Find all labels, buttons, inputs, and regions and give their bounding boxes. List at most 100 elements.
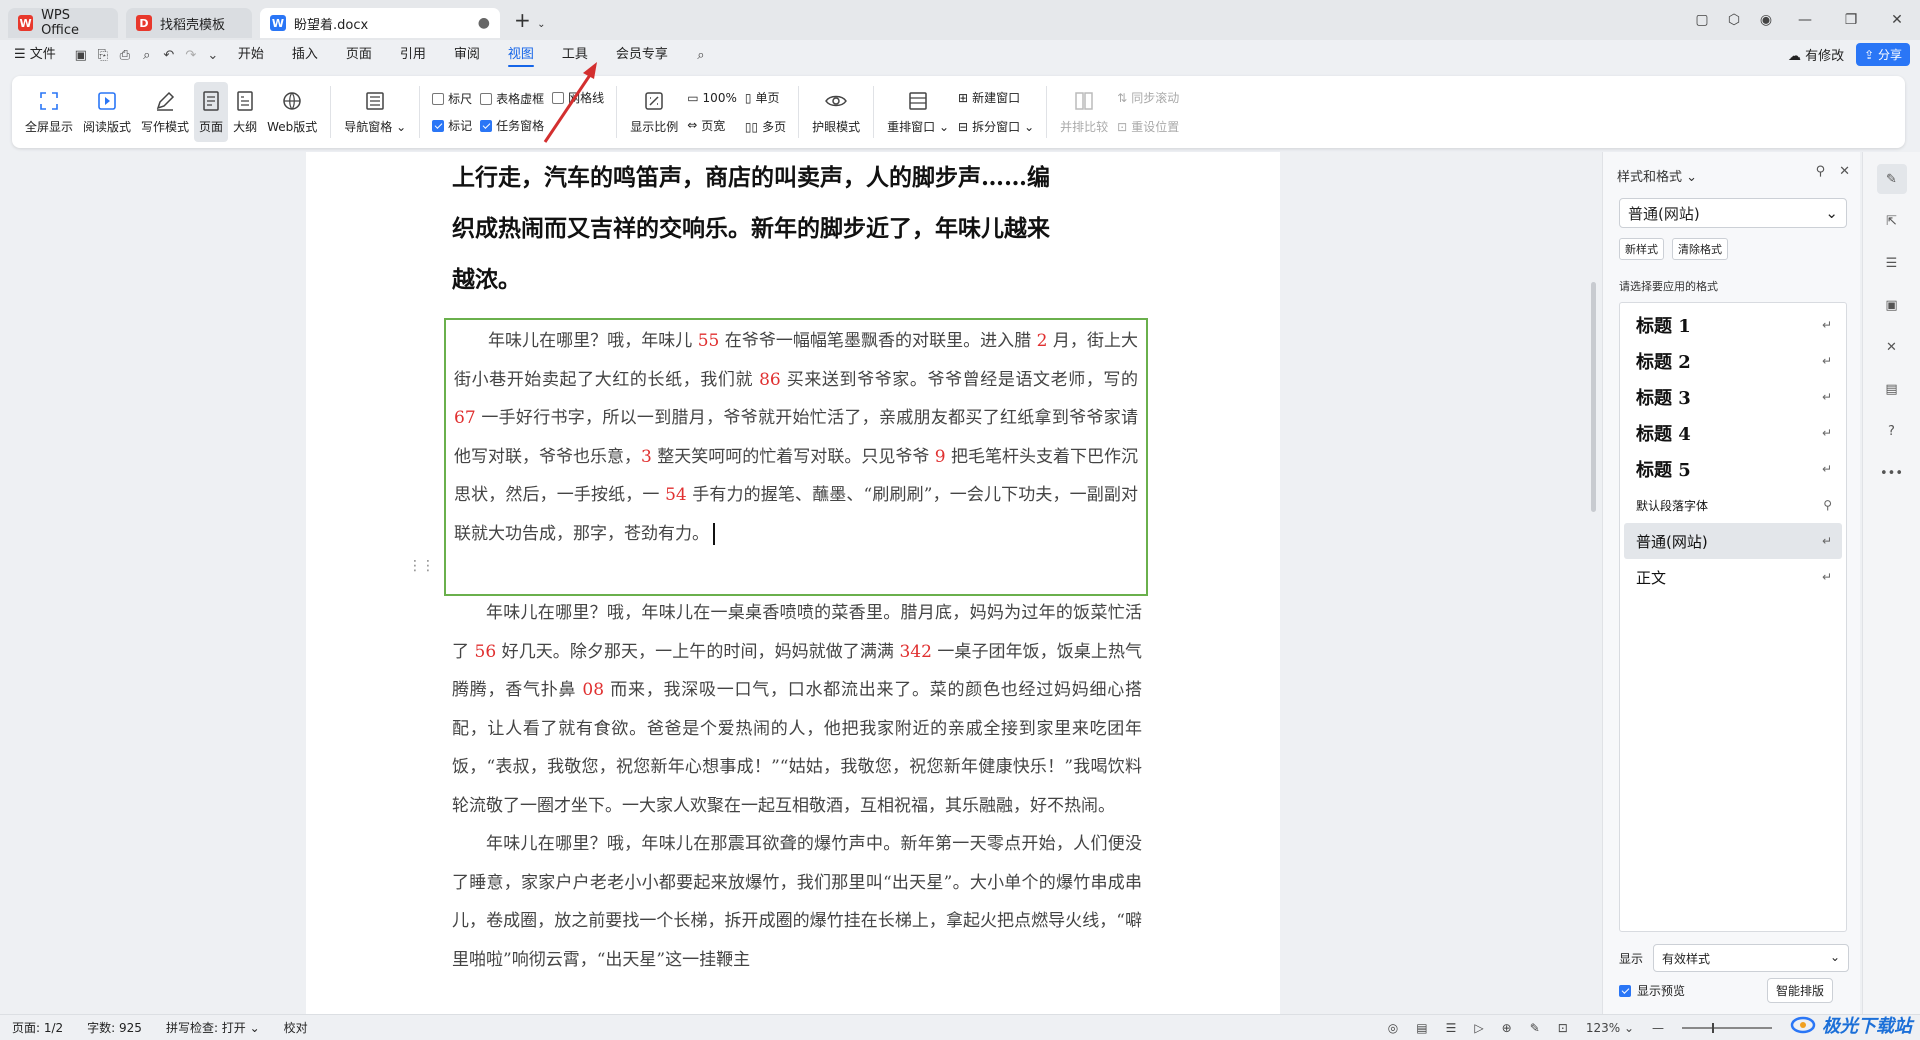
new-tab-icon[interactable]: + ⌄ <box>514 8 546 32</box>
word-count[interactable]: 字数: 925 <box>75 1019 154 1036</box>
pen-status-icon[interactable]: ✎ <box>1530 1021 1540 1035</box>
nav-pane-button[interactable]: 导航窗格 ⌄ <box>339 82 411 142</box>
outline-button[interactable]: 大纲 <box>228 82 262 142</box>
tab-docer-templates[interactable]: D 找稻壳模板 <box>126 8 252 38</box>
paragraph-2: 年味儿在哪里？哦，年味儿在一桌桌香喷喷的菜香里。腊月底，妈妈为过年的饭菜忙活了 … <box>452 594 1142 825</box>
export-icon[interactable]: ⎘ <box>92 44 114 66</box>
clear-format-button[interactable]: 清除格式 <box>1672 238 1728 260</box>
gridlines-checkbox[interactable]: 网格线 <box>552 89 604 106</box>
page-view-status-icon[interactable]: ▤ <box>1416 1021 1427 1035</box>
menu-reference[interactable]: 引用 <box>386 40 440 70</box>
drag-handle-icon[interactable]: ⋮⋮ <box>408 558 435 574</box>
select-cursor-icon[interactable]: ⇱ <box>1877 206 1907 236</box>
zoom-100-button[interactable]: ▭ 100% <box>687 91 737 105</box>
spell-check[interactable]: 拼写检查: 打开 ⌄ <box>154 1019 272 1036</box>
style-item[interactable]: 标题 2 ↵ <box>1624 343 1842 379</box>
tab-close-dot-icon[interactable]: ● <box>478 15 490 31</box>
share-button[interactable]: ⇪ 分享 <box>1856 43 1910 66</box>
zoom-level[interactable]: 123% ⌄ <box>1586 1021 1634 1035</box>
close-window-icon[interactable]: ✕ <box>1874 12 1920 28</box>
web-layout-button[interactable]: Web版式 <box>262 82 322 142</box>
proofread[interactable]: 校对 <box>272 1019 320 1036</box>
new-window-button[interactable]: ⊞ 新建窗口 <box>958 89 1034 106</box>
vertical-scrollbar[interactable] <box>1586 152 1600 1014</box>
help-icon[interactable]: ? <box>1877 416 1907 446</box>
style-item[interactable]: 标题 4 ↵ <box>1624 415 1842 451</box>
style-pen-icon[interactable]: ✎ <box>1876 164 1907 194</box>
show-preview-checkbox[interactable]: 显示预览 <box>1619 982 1685 999</box>
minimize-icon[interactable]: — <box>1782 12 1828 28</box>
menu-view[interactable]: 视图 <box>494 40 548 70</box>
table-gridlines-checkbox[interactable]: 表格虚框 <box>480 90 544 107</box>
menu-start[interactable]: 开始 <box>224 40 278 70</box>
fullscreen-button[interactable]: 全屏显示 <box>20 82 78 142</box>
current-style-select[interactable]: 普通(网站) ⌄ <box>1619 198 1847 228</box>
undo-icon[interactable]: ↶ <box>158 44 180 66</box>
print-preview-icon[interactable]: ⌕ <box>136 44 158 66</box>
save-icon[interactable]: ▣ <box>70 44 92 66</box>
zoom-out-icon[interactable]: — <box>1652 1021 1664 1035</box>
style-item[interactable]: 标题 1 ↵ <box>1624 307 1842 343</box>
task-pane-checkbox[interactable]: 任务窗格 <box>480 117 544 134</box>
ruler-checkbox[interactable]: 标尺 <box>432 90 472 107</box>
eye-mode-icon[interactable]: ◎ <box>1388 1021 1398 1035</box>
file-menu[interactable]: ☰ 文件 <box>0 40 70 70</box>
avatar[interactable]: ◉ <box>1750 12 1782 28</box>
menu-tools[interactable]: 工具 <box>548 40 602 70</box>
new-style-button[interactable]: 新样式 <box>1619 238 1664 260</box>
scroll-thumb[interactable] <box>1591 282 1596 512</box>
document-page[interactable]: 上行走，汽车的鸣笛声，商店的叫卖声，人的脚步声……编 织成热闹而又吉祥的交响乐。… <box>306 152 1280 1014</box>
restore-icon[interactable]: ❐ <box>1828 12 1874 28</box>
zoom-ratio-button[interactable]: 显示比例 <box>625 82 683 142</box>
pin-icon[interactable]: ⚲ <box>1816 164 1826 179</box>
single-page-button[interactable]: ▯ 单页 <box>745 89 786 106</box>
style-item[interactable]: 标题 5 ↵ <box>1624 451 1842 487</box>
framed-paragraph-box[interactable]: 年味儿在哪里？哦，年味儿 55 在爷爷一幅幅笔墨飘香的对联里。进入腊 2 月，街… <box>444 318 1148 596</box>
menu-member[interactable]: 会员专享 <box>602 40 682 70</box>
page-view-button[interactable]: 页面 <box>194 82 229 142</box>
rearrange-window-button[interactable]: 重排窗口 ⌄ <box>882 82 954 142</box>
search-icon[interactable]: ⌕ <box>690 44 712 66</box>
has-changes-indicator[interactable]: ☁ 有修改 <box>1788 45 1844 64</box>
cube-icon[interactable]: ⬡ <box>1718 12 1750 28</box>
tab-document[interactable]: W 盼望着.docx ● <box>260 8 500 38</box>
show-select[interactable]: 有效样式 ⌄ <box>1653 944 1850 972</box>
menu-insert[interactable]: 插入 <box>278 40 332 70</box>
more-quick-icon[interactable]: ⌄ <box>202 44 224 66</box>
smart-layout-button[interactable]: 智能排版 <box>1767 978 1834 1003</box>
adjust-icon[interactable]: ☰ <box>1877 248 1907 278</box>
more-icon[interactable]: ••• <box>1877 458 1907 488</box>
zoom-slider[interactable] <box>1682 1023 1772 1033</box>
play-icon[interactable]: ▷ <box>1474 1021 1483 1035</box>
image-edit-icon[interactable]: ▣ <box>1877 290 1907 320</box>
outline-status-icon[interactable]: ☰ <box>1446 1021 1457 1035</box>
page-count[interactable]: 页面: 1/2 <box>0 1019 75 1036</box>
style-item[interactable]: 普通(网站) ↵ <box>1624 523 1842 559</box>
page-width-button[interactable]: ⇔ 页宽 <box>687 117 737 134</box>
style-item[interactable]: 正文 ↵ <box>1624 559 1842 595</box>
fit-icon[interactable]: ⊡ <box>1558 1021 1568 1035</box>
redo-icon[interactable]: ↷ <box>180 44 202 66</box>
side-by-side-button[interactable]: 并排比较 <box>1055 82 1113 142</box>
web-status-icon[interactable]: ⊕ <box>1502 1021 1512 1035</box>
layout-icon[interactable]: ▢ <box>1686 12 1718 28</box>
writing-mode-button[interactable]: 写作模式 <box>136 82 194 142</box>
panel-title[interactable]: 样式和格式 ⌄ <box>1617 166 1697 185</box>
menu-page[interactable]: 页面 <box>332 40 386 70</box>
reading-mode-button[interactable]: 阅读版式 <box>78 82 136 142</box>
sync-scroll-button[interactable]: ⇅ 同步滚动 <box>1117 89 1179 106</box>
style-item[interactable]: 标题 3 ↵ <box>1624 379 1842 415</box>
book-icon[interactable]: ▤ <box>1877 374 1907 404</box>
multi-page-button[interactable]: ▯▯ 多页 <box>745 118 786 135</box>
tools-icon[interactable]: ✕ <box>1877 332 1907 362</box>
markup-checkbox[interactable]: 标记 <box>432 117 472 134</box>
split-window-button[interactable]: ⊟ 拆分窗口 ⌄ <box>958 118 1034 135</box>
style-item[interactable]: 默认段落字体 ⚲ <box>1624 487 1842 523</box>
tab-wps-office[interactable]: W WPS Office <box>8 8 118 38</box>
menu-review[interactable]: 审阅 <box>440 40 494 70</box>
paragraph-1: 年味儿在哪里？哦，年味儿 55 在爷爷一幅幅笔墨飘香的对联里。进入腊 2 月，街… <box>454 322 1138 553</box>
reset-position-button[interactable]: ⊡ 重设位置 <box>1117 118 1179 135</box>
eye-mode-button[interactable]: 护眼模式 <box>807 82 865 142</box>
print-icon[interactable]: ⎙ <box>114 44 136 66</box>
close-icon[interactable]: ✕ <box>1839 164 1850 179</box>
